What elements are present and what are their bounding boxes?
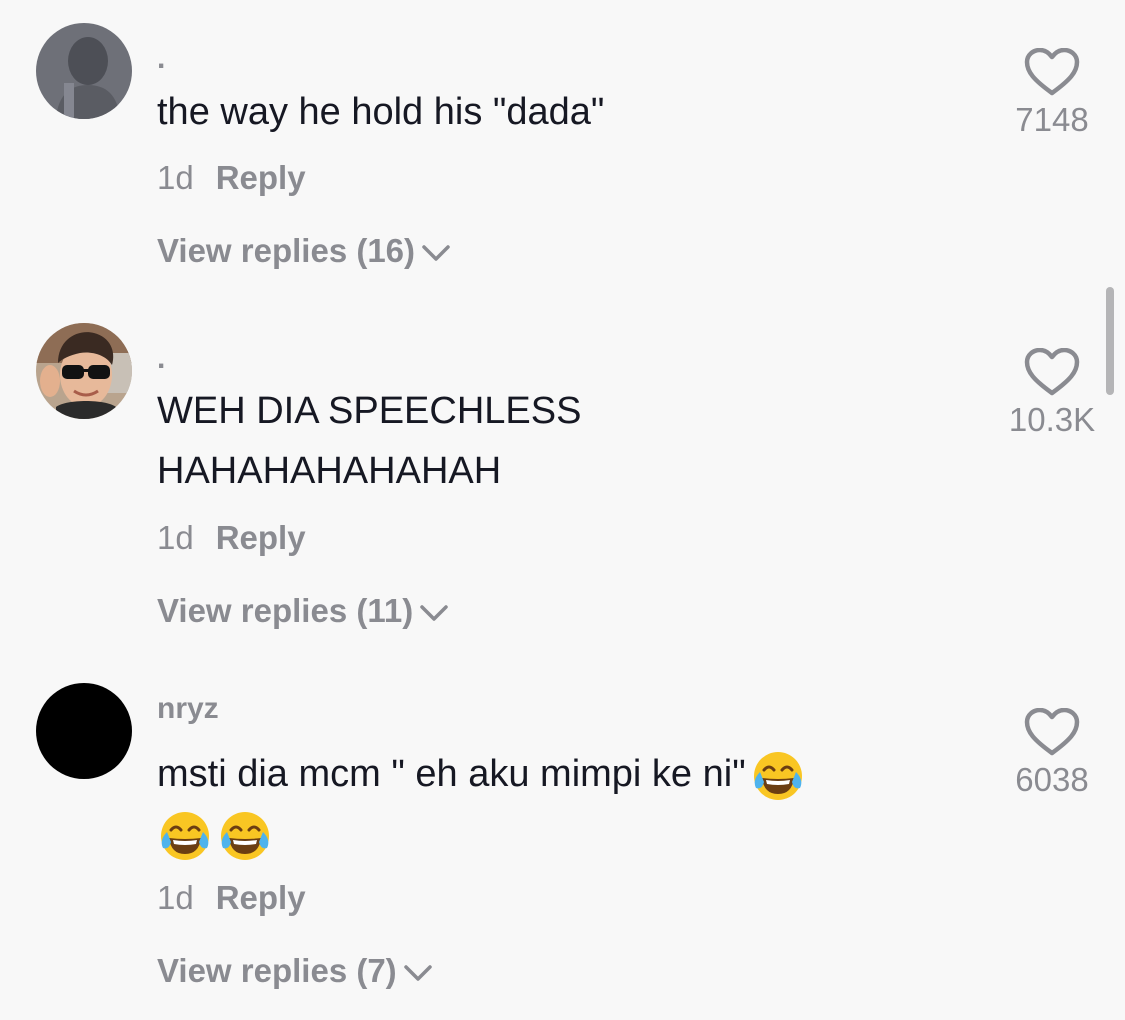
comment-text-line2 — [157, 804, 273, 864]
avatar-blank-icon — [36, 683, 132, 779]
like-button[interactable]: 6038 — [992, 708, 1112, 800]
view-replies-button[interactable]: View replies (16) — [157, 231, 451, 271]
avatar[interactable] — [36, 683, 132, 779]
like-count: 6038 — [1015, 761, 1089, 798]
comment-text-line1: WEH DIA SPEECHLESS — [157, 390, 582, 432]
avatar-silhouette-icon — [36, 23, 132, 119]
like-count: 10.3K — [1008, 401, 1096, 438]
laughing-tears-emoji-icon — [753, 751, 802, 800]
like-button[interactable]: 7148 — [992, 48, 1112, 140]
comment-meta: 1d Reply — [157, 158, 306, 198]
heart-icon — [1024, 708, 1080, 756]
comment-text: the way he hold his "dada" — [157, 91, 605, 133]
scrollbar[interactable] — [1106, 287, 1114, 395]
chevron-down-icon — [403, 965, 432, 982]
like-button[interactable]: 10.3K — [992, 348, 1112, 440]
avatar[interactable] — [36, 23, 132, 119]
comment-text-line2: HAHAHAHAHAHAH — [157, 450, 502, 492]
comment-time: 1d — [157, 159, 194, 196]
view-replies-button[interactable]: View replies (7) — [157, 951, 433, 991]
avatar[interactable] — [36, 323, 132, 419]
comment-time: 1d — [157, 879, 194, 916]
comment-username[interactable]: . — [157, 42, 165, 76]
reply-button[interactable]: Reply — [216, 519, 306, 556]
comment-username[interactable]: nryz — [157, 692, 219, 726]
chevron-down-icon — [420, 605, 448, 622]
view-replies-button[interactable]: View replies (11) — [157, 591, 449, 631]
like-count: 7148 — [1015, 101, 1089, 138]
heart-icon — [1024, 348, 1080, 396]
comment-username[interactable]: . — [157, 342, 165, 376]
heart-icon — [1024, 48, 1080, 96]
comment-time: 1d — [157, 519, 194, 556]
view-replies-label: View replies (11) — [157, 592, 414, 629]
comment-meta: 1d Reply — [157, 518, 306, 558]
view-replies-label: View replies (7) — [157, 952, 397, 989]
avatar-photo-icon — [36, 323, 132, 419]
comment-text: msti dia mcm " eh aku mimpi ke ni" — [157, 753, 746, 795]
laughing-tears-emoji-icon — [221, 811, 269, 860]
laughing-tears-emoji-icon — [161, 811, 209, 860]
reply-button[interactable]: Reply — [216, 879, 306, 916]
view-replies-label: View replies (16) — [157, 232, 416, 269]
comment-meta: 1d Reply — [157, 878, 306, 918]
chevron-down-icon — [422, 245, 450, 262]
comment-text-line1: msti dia mcm " eh aku mimpi ke ni" — [157, 744, 806, 804]
reply-button[interactable]: Reply — [216, 159, 306, 196]
